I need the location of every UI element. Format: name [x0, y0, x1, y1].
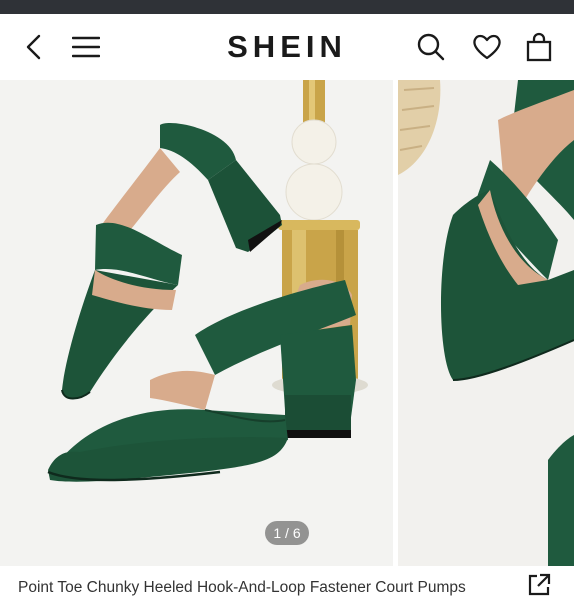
product-image-next[interactable]	[398, 80, 574, 566]
product-image-main[interactable]: 1 / 6	[0, 80, 393, 566]
share-icon[interactable]	[526, 572, 552, 598]
status-bar	[0, 0, 574, 14]
heart-icon[interactable]	[472, 33, 502, 61]
image-page-indicator: 1 / 6	[265, 521, 309, 545]
product-title: Point Toe Chunky Heeled Hook-And-Loop Fa…	[18, 579, 466, 596]
bag-icon[interactable]	[526, 32, 552, 62]
search-icon[interactable]	[416, 32, 446, 62]
product-image-gallery[interactable]: 1 / 6	[0, 80, 574, 566]
top-navigation-bar: SHEIN	[0, 14, 574, 81]
product-title-row: Point Toe Chunky Heeled Hook-And-Loop Fa…	[0, 566, 574, 600]
